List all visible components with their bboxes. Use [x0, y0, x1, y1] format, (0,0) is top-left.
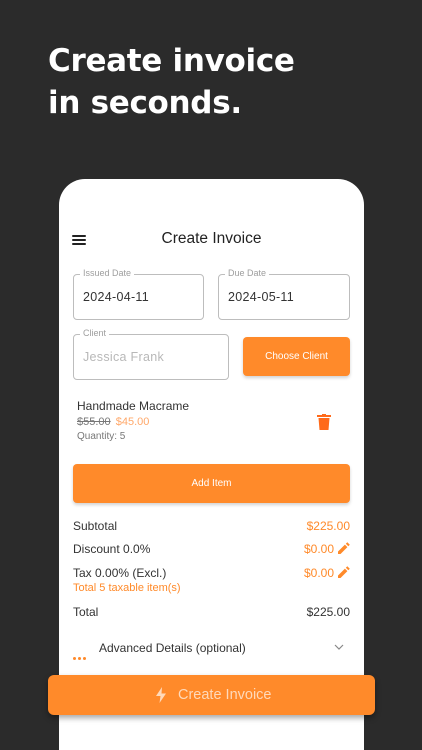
client-field[interactable]: Client Jessica Frank [73, 328, 229, 380]
subtotal-label: Subtotal [73, 519, 118, 533]
client-label: Client [80, 328, 110, 338]
chevron-down-icon [334, 644, 344, 650]
subtotal-value: $225.00 [306, 519, 350, 533]
create-invoice-button[interactable]: Create Invoice [48, 675, 375, 715]
advanced-details-label: Advanced Details (optional) [99, 641, 246, 655]
issued-date-label: Issued Date [80, 268, 135, 278]
item-name: Handmade Macrame [77, 399, 190, 413]
issued-date-value: 2024-04-11 [83, 290, 150, 304]
due-date-label: Due Date [225, 268, 270, 278]
item-old-price: $55.00 [77, 416, 111, 428]
create-invoice-label: Create Invoice [178, 687, 272, 703]
discount-row[interactable]: Discount 0.0% $0.00 [73, 542, 350, 556]
add-item-button[interactable]: Add Item [73, 464, 350, 503]
client-placeholder: Jessica Frank [83, 350, 165, 364]
more-dots-icon [73, 647, 88, 665]
item-quantity: Quantity: 5 [77, 431, 126, 442]
marketing-headline: Create invoice in seconds. [48, 40, 295, 124]
page-title: Create Invoice [161, 230, 262, 247]
total-label: Total [73, 605, 99, 619]
subtotal-row: Subtotal $225.00 [73, 519, 350, 533]
issued-date-field[interactable]: Issued Date 2024-04-11 [73, 268, 204, 320]
due-date-value: 2024-05-11 [228, 290, 295, 304]
total-row: Total $225.00 [73, 605, 350, 619]
due-date-field[interactable]: Due Date 2024-05-11 [218, 268, 350, 320]
tax-row[interactable]: Tax 0.00% (Excl.) $0.00 [73, 566, 350, 580]
trash-icon[interactable] [317, 414, 331, 430]
list-item[interactable]: Handmade Macrame $55.00 $45.00 Quantity:… [77, 399, 347, 442]
lightning-bolt-icon [156, 687, 166, 703]
tax-value: $0.00 [303, 566, 334, 580]
headline-line-1: Create invoice [48, 43, 295, 79]
choose-client-button[interactable]: Choose Client [243, 337, 350, 376]
total-value: $225.00 [306, 605, 350, 619]
app-bar: Create Invoice [59, 223, 364, 255]
advanced-details-toggle[interactable]: Advanced Details (optional) [73, 639, 350, 660]
item-new-price: $45.00 [115, 416, 150, 428]
item-prices: $55.00 $45.00 [77, 416, 347, 428]
tax-label: Tax 0.00% (Excl.) [73, 566, 167, 580]
edit-pencil-icon[interactable] [338, 542, 350, 554]
phone-screen: Create Invoice Issued Date 2024-04-11 Du… [59, 179, 364, 750]
taxable-items-note: Total 5 taxable item(s) [73, 582, 181, 594]
headline-line-2: in seconds. [48, 85, 242, 121]
edit-pencil-icon[interactable] [338, 566, 350, 578]
discount-label: Discount 0.0% [73, 542, 151, 556]
discount-value: $0.00 [303, 542, 334, 556]
